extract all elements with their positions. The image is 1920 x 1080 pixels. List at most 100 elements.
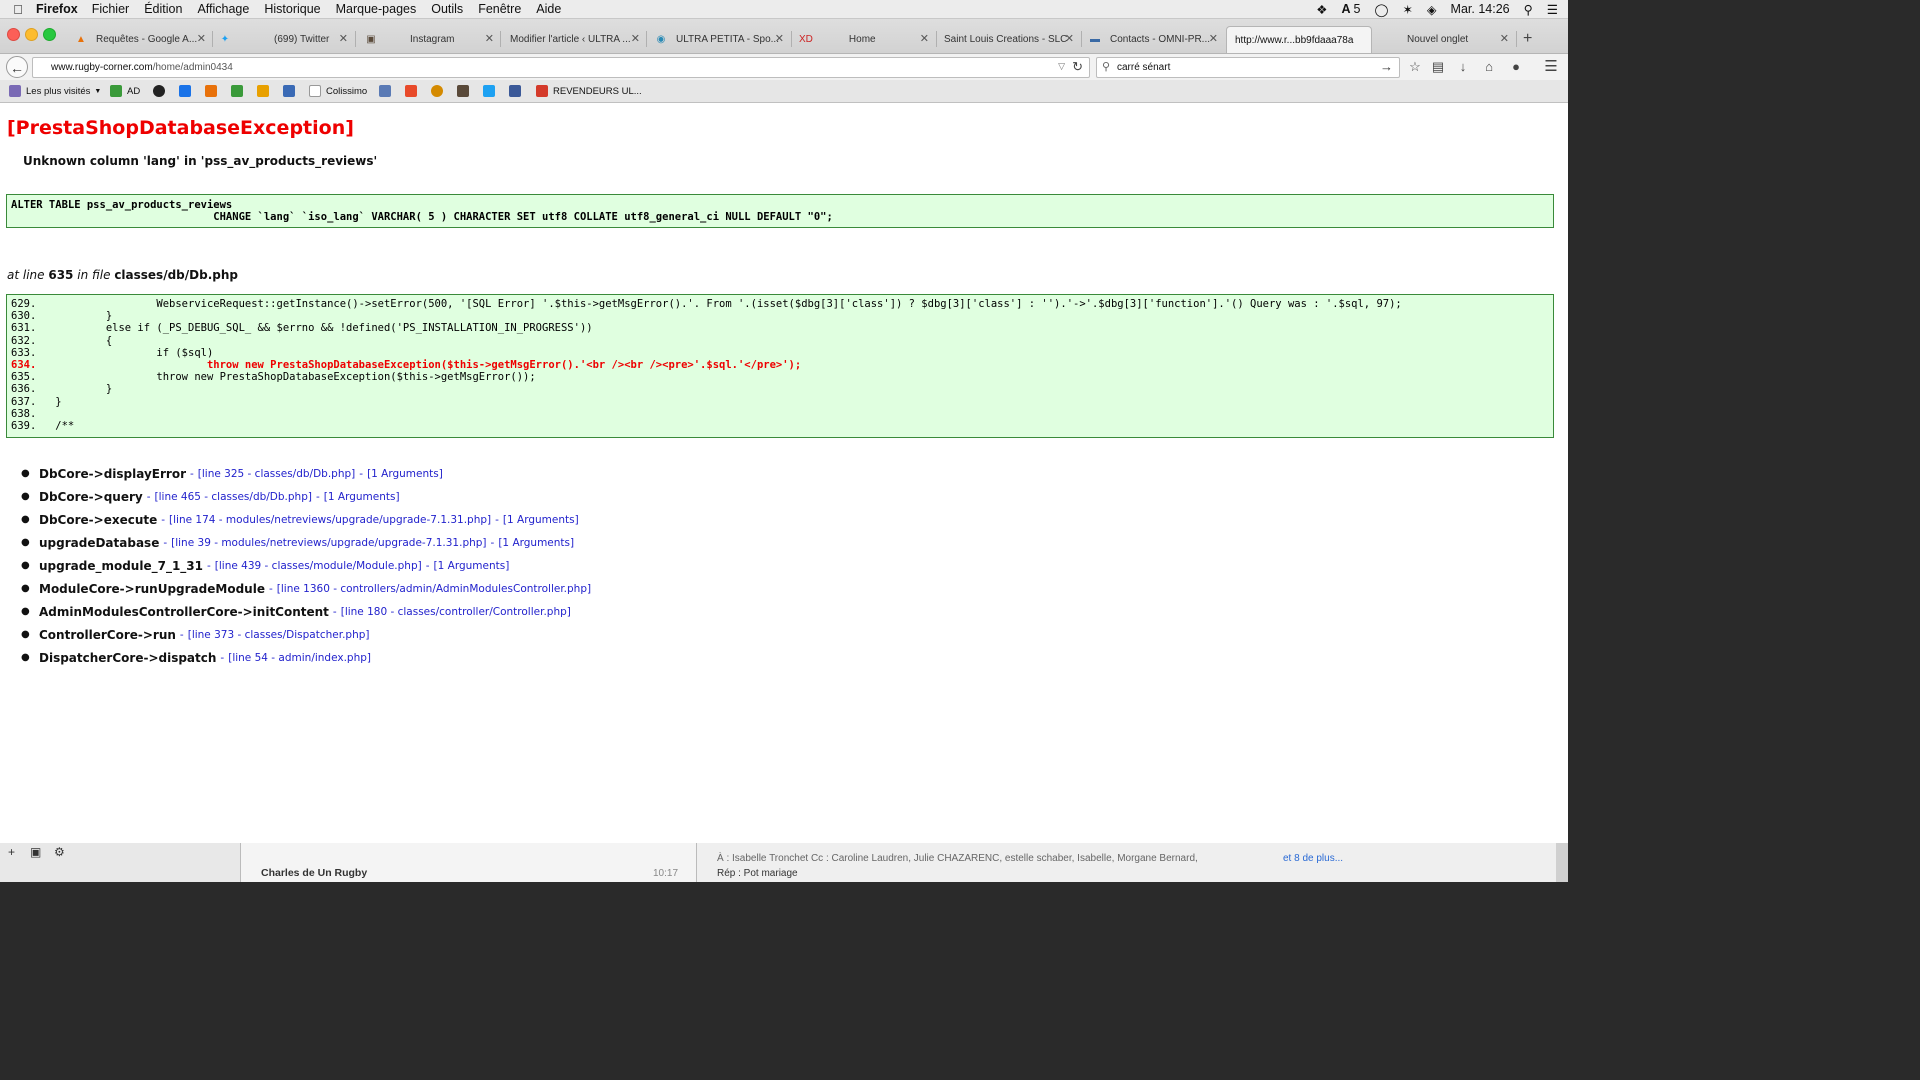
tab-xd-home[interactable]: XD Home ✕ xyxy=(799,27,929,51)
download-icon[interactable]: ↓ xyxy=(1454,58,1472,76)
menu-fichier[interactable]: Fichier xyxy=(92,2,130,16)
trace-location-link[interactable]: [line 439 - classes/module/Module.php] xyxy=(215,560,422,572)
close-tab-icon[interactable]: ✕ xyxy=(920,32,929,45)
bookmark-analytics[interactable] xyxy=(205,84,222,98)
close-tab-icon[interactable]: ✕ xyxy=(631,32,640,45)
menu-hamburger-icon[interactable]: ☰ xyxy=(1542,58,1560,76)
trace-item: ● AdminModulesControllerCore->initContent… xyxy=(21,604,571,619)
source-line: 629. WebserviceRequest::getInstance()->s… xyxy=(11,298,1402,310)
menu-edition[interactable]: Édition xyxy=(144,2,182,16)
bookmark-circle[interactable] xyxy=(153,84,170,98)
navigation-bar: ← www.rugby-corner.com/home/admin0434 ▽ … xyxy=(0,54,1568,80)
bookmark-print[interactable] xyxy=(379,84,396,98)
wifi-icon[interactable]: ◈ xyxy=(1427,2,1437,17)
search-input: carré sénart xyxy=(1117,62,1171,73)
trace-function: DbCore->execute xyxy=(39,512,158,527)
chat-icon[interactable]: ● xyxy=(1507,58,1525,76)
trace-arguments-link[interactable]: [1 Arguments] xyxy=(503,514,579,526)
print-icon xyxy=(379,85,391,97)
trace-location-link[interactable]: [line 39 - modules/netreviews/upgrade/up… xyxy=(171,537,486,549)
bookmark-joomla[interactable] xyxy=(405,84,422,98)
tab-nouvel-onglet[interactable]: Nouvel onglet ✕ xyxy=(1407,27,1509,51)
new-tab-icon[interactable]: + xyxy=(1523,30,1532,48)
trace-location-link[interactable]: [line 180 - classes/controller/Controlle… xyxy=(341,606,571,618)
bookmark-star-icon[interactable]: ☆ xyxy=(1406,58,1424,76)
sql-line: CHANGE `lang` `iso_lang` VARCHAR( 5 ) CH… xyxy=(11,211,833,223)
clock[interactable]: Mar. 14:26 xyxy=(1451,2,1510,16)
minimize-window-button[interactable] xyxy=(25,28,38,41)
spotlight-icon[interactable]: ⚲ xyxy=(1524,2,1533,17)
dropbox-icon[interactable]: ❖ xyxy=(1316,2,1327,17)
bookmark-les-plus-visites[interactable]: Les plus visités ▼ xyxy=(9,84,101,98)
zoom-window-button[interactable] xyxy=(43,28,56,41)
trace-arguments-link[interactable]: [1 Arguments] xyxy=(498,537,574,549)
message-sender[interactable]: Charles de Un Rugby xyxy=(261,867,367,879)
adwords-icon xyxy=(179,85,191,97)
more-recipients-link[interactable]: et 8 de plus... xyxy=(1283,853,1343,864)
close-tab-icon[interactable]: ✕ xyxy=(1500,32,1509,45)
bookmark-instagram[interactable] xyxy=(457,84,474,98)
home-icon[interactable]: ⌂ xyxy=(1480,58,1498,76)
menu-outils[interactable]: Outils xyxy=(431,2,463,16)
close-tab-icon[interactable]: ✕ xyxy=(339,32,348,45)
adobe-icon[interactable]: A 5 xyxy=(1341,2,1360,16)
search-bar[interactable]: ⚲ carré sénart → xyxy=(1096,57,1400,78)
trace-location-link[interactable]: [line 373 - classes/Dispatcher.php] xyxy=(188,629,370,641)
close-tab-icon[interactable]: ✕ xyxy=(775,32,784,45)
bookmark-adwords[interactable] xyxy=(179,84,196,98)
trace-arguments-link[interactable]: [1 Arguments] xyxy=(367,468,443,480)
bookmark-cone[interactable] xyxy=(257,84,274,98)
reading-list-icon[interactable]: ▤ xyxy=(1429,58,1447,76)
reload-icon[interactable]: ↻ xyxy=(1072,59,1083,75)
tab-saint-louis-creations[interactable]: Saint Louis Creations - SLC ✕ xyxy=(944,27,1074,51)
search-go-icon[interactable]: → xyxy=(1380,59,1393,74)
trace-location-link[interactable]: [line 1360 - controllers/admin/AdminModu… xyxy=(277,583,591,595)
circle-icon xyxy=(153,85,165,97)
bookmark-revendeurs[interactable]: REVENDEURS UL... xyxy=(536,84,642,98)
tab-active-url[interactable]: http://www.r...bb9fdaaa78a xyxy=(1226,26,1372,53)
apple-icon[interactable]:  xyxy=(0,2,36,17)
tab-ultra-petita[interactable]: ◉ ULTRA PETITA - Spo... ✕ xyxy=(654,27,784,51)
menu-fenetre[interactable]: Fenêtre xyxy=(478,2,521,16)
dropdown-history-icon[interactable]: ▽ xyxy=(1058,61,1065,72)
bookmark-ad[interactable]: AD xyxy=(110,84,140,98)
bookmark-colissimo[interactable]: Colissimo xyxy=(309,84,367,98)
tab-contacts-omni[interactable]: ▬ Contacts - OMNI-PR... ✕ xyxy=(1088,27,1218,51)
bookmark-green[interactable] xyxy=(231,84,248,98)
bookmark-twitter[interactable] xyxy=(483,84,500,98)
menu-affichage[interactable]: Affichage xyxy=(197,2,249,16)
tab-modifier-article[interactable]: Modifier l'article ‹ ULTRA ... ✕ xyxy=(510,27,640,51)
back-button[interactable]: ← xyxy=(6,56,28,78)
menu-aide[interactable]: Aide xyxy=(536,2,561,16)
bookmark-facebook[interactable] xyxy=(509,84,526,98)
trace-location-link[interactable]: [line 325 - classes/db/Db.php] xyxy=(198,468,355,480)
bookmark-ring[interactable] xyxy=(431,84,448,98)
trace-location-link[interactable]: [line 174 - modules/netreviews/upgrade/u… xyxy=(169,514,491,526)
bluetooth-icon[interactable]: ✶ xyxy=(1402,2,1412,17)
menu-marque-pages[interactable]: Marque-pages xyxy=(336,2,417,16)
add-icon[interactable]: + xyxy=(8,845,15,859)
close-tab-icon[interactable]: ✕ xyxy=(485,32,494,45)
menu-historique[interactable]: Historique xyxy=(264,2,320,16)
app-menu-firefox[interactable]: Firefox xyxy=(36,2,78,16)
tab-instagram[interactable]: ▣ Instagram ✕ xyxy=(364,27,494,51)
message-time: 10:17 xyxy=(653,868,679,879)
trace-arguments-link[interactable]: [1 Arguments] xyxy=(324,491,400,503)
scrollbar[interactable] xyxy=(1556,843,1568,882)
sync-icon[interactable]: ◯ xyxy=(1374,2,1388,17)
notification-center-icon[interactable]: ☰ xyxy=(1547,2,1558,17)
twitter-icon xyxy=(483,85,495,97)
close-tab-icon[interactable]: ✕ xyxy=(1065,32,1074,45)
tab-twitter[interactable]: ✦ (699) Twitter ✕ xyxy=(218,27,348,51)
bookmark-site[interactable] xyxy=(283,84,300,98)
url-bar[interactable]: www.rugby-corner.com/home/admin0434 ▽ ↻ xyxy=(32,57,1090,78)
trace-location-link[interactable]: [line 465 - classes/db/Db.php] xyxy=(155,491,312,503)
close-tab-icon[interactable]: ✕ xyxy=(1209,32,1218,45)
trace-arguments-link[interactable]: [1 Arguments] xyxy=(434,560,510,572)
close-window-button[interactable] xyxy=(7,28,20,41)
close-tab-icon[interactable]: ✕ xyxy=(197,32,206,45)
tab-google-analytics[interactable]: ▲ Requêtes - Google A... ✕ xyxy=(74,27,206,51)
mailbox-icon[interactable]: ▣ xyxy=(30,845,41,859)
gear-icon[interactable]: ⚙ xyxy=(54,845,65,859)
trace-location-link[interactable]: [line 54 - admin/index.php] xyxy=(228,652,371,664)
